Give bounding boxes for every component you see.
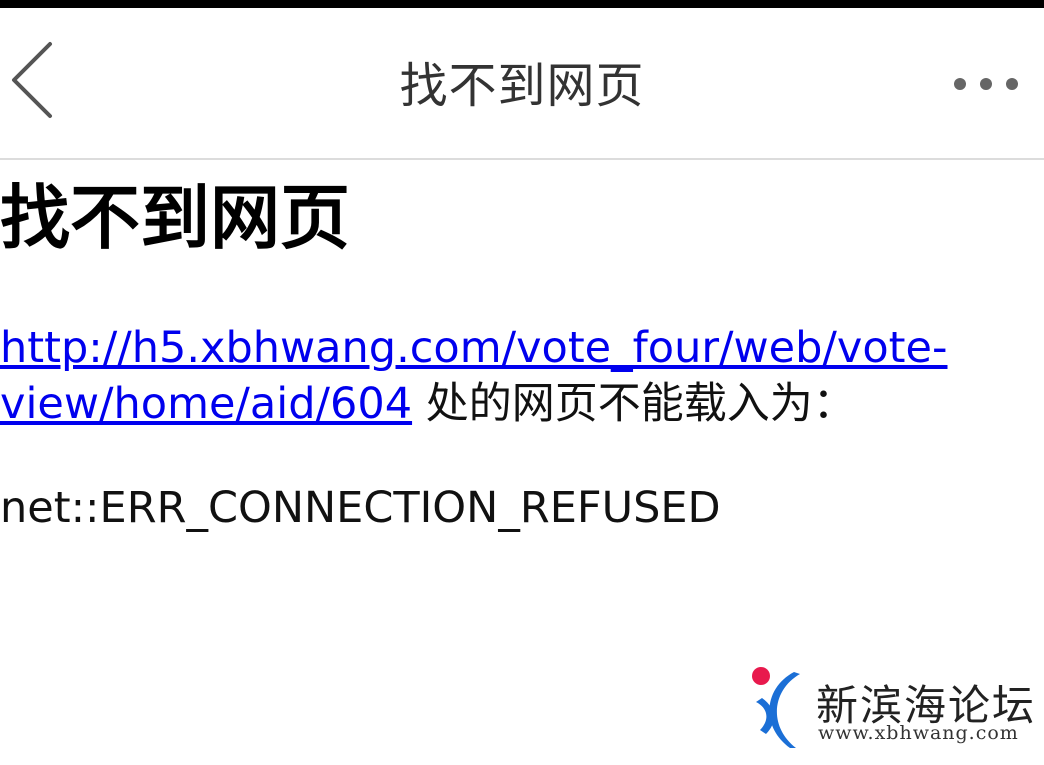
error-heading: 找不到网页 bbox=[0, 177, 350, 259]
more-dots-icon bbox=[954, 78, 1018, 90]
site-watermark: 新滨海论坛 www.xbhwang.com bbox=[748, 664, 1038, 754]
error-code: net::ERR_CONNECTION_REFUSED bbox=[0, 483, 721, 533]
top-navigation-bar: 找不到网页 bbox=[0, 8, 1044, 160]
more-options-button[interactable] bbox=[946, 64, 1026, 104]
page-title: 找不到网页 bbox=[399, 58, 645, 114]
error-message: http://h5.xbhwang.com/vote_four/web/vote… bbox=[0, 320, 960, 432]
forum-logo-icon bbox=[752, 667, 800, 748]
error-message-text: 处的网页不能载入为： bbox=[412, 379, 856, 429]
status-bar-strip bbox=[0, 0, 1044, 8]
watermark-site-url: www.xbhwang.com bbox=[818, 722, 1019, 744]
